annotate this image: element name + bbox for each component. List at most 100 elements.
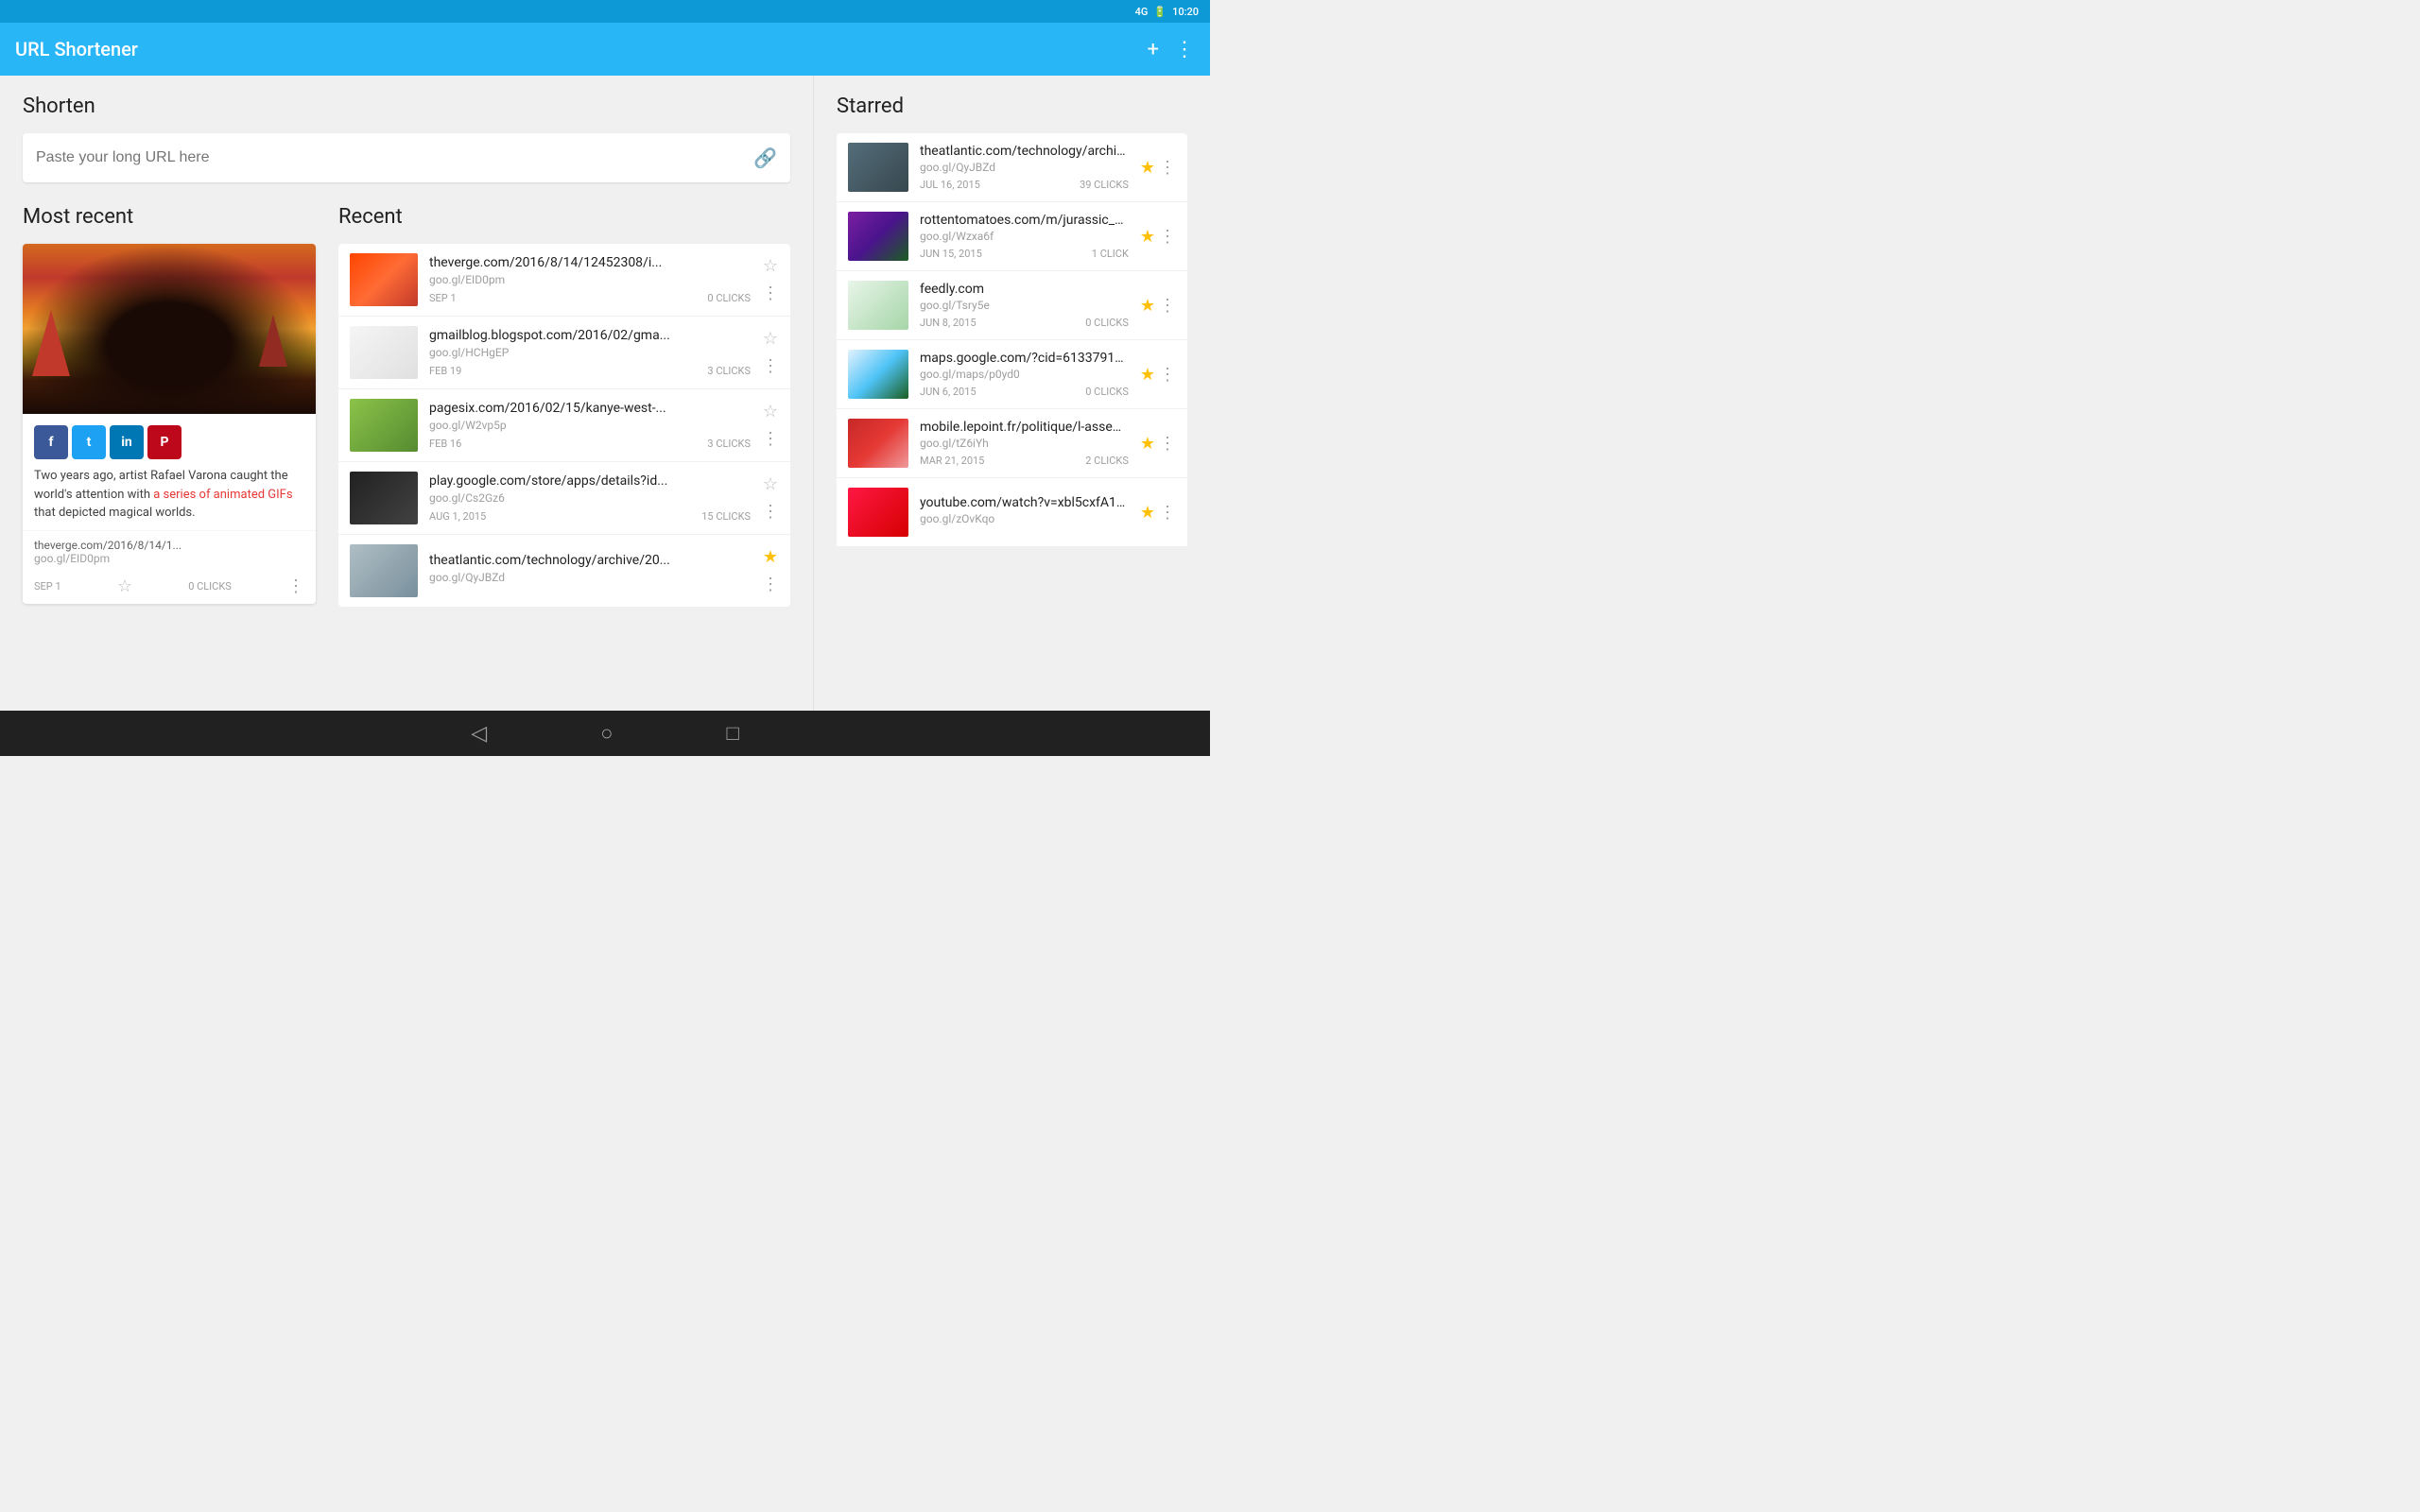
starred-short-url: goo.gl/maps/p0yd0: [920, 368, 1129, 381]
card-image: [23, 244, 316, 414]
recent-url: theverge.com/2016/8/14/12452308/i...: [429, 255, 751, 270]
pinterest-share-button[interactable]: P: [147, 425, 182, 459]
card-meta: theverge.com/2016/8/14/1... goo.gl/EID0p…: [23, 530, 316, 573]
starred-date: MAR 21, 2015: [920, 455, 984, 467]
card-link-text[interactable]: a series of animated GIFs: [153, 488, 292, 502]
more-options-button[interactable]: ⋮: [1174, 38, 1195, 61]
add-button[interactable]: +: [1148, 38, 1159, 61]
list-item[interactable]: theverge.com/2016/8/14/12452308/i... goo…: [338, 244, 790, 317]
more-button[interactable]: ⋮: [1159, 434, 1176, 454]
recent-url: play.google.com/store/apps/details?id...: [429, 473, 751, 489]
star-button[interactable]: ★: [1140, 158, 1155, 178]
recent-short-url: goo.gl/HCHgEP: [429, 346, 751, 359]
starred-date: JUN 15, 2015: [920, 248, 982, 260]
more-button[interactable]: ⋮: [1159, 365, 1176, 385]
recents-button[interactable]: □: [726, 721, 738, 746]
card-text-after: that depicted magical worlds.: [34, 506, 196, 520]
linkedin-share-button[interactable]: in: [110, 425, 144, 459]
main-content: Shorten 🔗 Most recent f t in P: [0, 76, 1210, 711]
star-button[interactable]: ☆: [763, 402, 778, 421]
list-item[interactable]: maps.google.com/?cid=613379183973... goo…: [837, 340, 1187, 409]
more-button[interactable]: ⋮: [762, 429, 779, 449]
recent-short-url: goo.gl/EID0pm: [429, 273, 751, 286]
starred-actions: ★ ⋮: [1140, 503, 1176, 523]
home-button[interactable]: ○: [600, 721, 613, 746]
star-button[interactable]: ☆: [763, 329, 778, 349]
star-button[interactable]: ★: [1140, 296, 1155, 316]
list-item[interactable]: pagesix.com/2016/02/15/kanye-west-... go…: [338, 389, 790, 462]
starred-url: youtube.com/watch?v=xbl5cxfA1n4: [920, 495, 1129, 510]
recent-date: AUG 1, 2015: [429, 510, 486, 523]
star-button[interactable]: ★: [1140, 365, 1155, 385]
list-item[interactable]: rottentomatoes.com/m/jurassic_world goo.…: [837, 202, 1187, 271]
list-item[interactable]: youtube.com/watch?v=xbl5cxfA1n4 goo.gl/z…: [837, 478, 1187, 547]
star-button[interactable]: ★: [763, 547, 778, 567]
starred-info: maps.google.com/?cid=613379183973... goo…: [920, 351, 1129, 398]
more-button[interactable]: ⋮: [762, 502, 779, 522]
star-button[interactable]: ☆: [763, 256, 778, 276]
recent-actions: ☆ ⋮: [762, 474, 779, 522]
starred-date: JUN 6, 2015: [920, 386, 977, 398]
link-icon: 🔗: [753, 146, 777, 169]
starred-url: maps.google.com/?cid=613379183973...: [920, 351, 1129, 366]
star-button[interactable]: ☆: [117, 576, 132, 596]
recent-section: Recent theverge.com/2016/8/14/12452308/i…: [338, 205, 790, 607]
list-item[interactable]: theatlantic.com/technology/archive/20...…: [338, 535, 790, 607]
starred-info: rottentomatoes.com/m/jurassic_world goo.…: [920, 213, 1129, 260]
twitter-share-button[interactable]: t: [72, 425, 106, 459]
list-item[interactable]: feedly.com goo.gl/Tsry5e JUN 8, 2015 0 C…: [837, 271, 1187, 340]
starred-short-url: goo.gl/QyJBZd: [920, 161, 1129, 174]
recent-info: pagesix.com/2016/02/15/kanye-west-... go…: [429, 401, 751, 450]
recent-thumb: [350, 326, 418, 379]
more-button[interactable]: ⋮: [1159, 158, 1176, 178]
recent-short-url: goo.gl/Cs2Gz6: [429, 491, 751, 505]
starred-short-url: goo.gl/zOvKqo: [920, 512, 1129, 525]
starred-clicks: 0 CLICKS: [1085, 386, 1129, 398]
recent-clicks: 15 CLICKS: [701, 510, 751, 523]
card-footer: SEP 1 ☆ 0 CLICKS ⋮: [23, 573, 316, 604]
recent-title: Recent: [338, 205, 790, 229]
star-button[interactable]: ★: [1140, 227, 1155, 247]
star-button[interactable]: ★: [1140, 503, 1155, 523]
more-button[interactable]: ⋮: [762, 575, 779, 594]
url-input[interactable]: [36, 149, 753, 166]
more-button[interactable]: ⋮: [762, 356, 779, 376]
star-button[interactable]: ☆: [763, 474, 778, 494]
recent-date: FEB 16: [429, 438, 461, 450]
starred-meta: JUN 6, 2015 0 CLICKS: [920, 386, 1129, 398]
recent-actions: ★ ⋮: [762, 547, 779, 594]
list-item[interactable]: gmailblog.blogspot.com/2016/02/gma... go…: [338, 317, 790, 389]
back-button[interactable]: ◁: [471, 722, 487, 746]
recent-meta: SEP 1 0 CLICKS: [429, 292, 751, 304]
list-item[interactable]: mobile.lepoint.fr/politique/l-assemblee-…: [837, 409, 1187, 478]
starred-thumb: [848, 488, 908, 537]
recent-list: theverge.com/2016/8/14/12452308/i... goo…: [338, 244, 790, 607]
recent-meta: FEB 16 3 CLICKS: [429, 438, 751, 450]
recent-clicks: 3 CLICKS: [707, 438, 751, 450]
star-button[interactable]: ★: [1140, 434, 1155, 454]
list-item[interactable]: theatlantic.com/technology/archive/20...…: [837, 133, 1187, 202]
most-recent-card[interactable]: f t in P Two years ago, artist Rafael Va…: [23, 244, 316, 604]
starred-meta: JUN 15, 2015 1 CLICK: [920, 248, 1129, 260]
starred-clicks: 39 CLICKS: [1080, 179, 1129, 191]
social-buttons: f t in P: [23, 414, 316, 467]
app-title: URL Shortener: [15, 38, 138, 60]
time-display: 10:20: [1172, 6, 1199, 18]
more-button[interactable]: ⋮: [287, 576, 304, 596]
starred-info: mobile.lepoint.fr/politique/l-assemblee-…: [920, 420, 1129, 467]
starred-short-url: goo.gl/Wzxa6f: [920, 230, 1129, 243]
starred-meta: JUN 8, 2015 0 CLICKS: [920, 317, 1129, 329]
facebook-share-button[interactable]: f: [34, 425, 68, 459]
more-button[interactable]: ⋮: [1159, 296, 1176, 316]
more-button[interactable]: ⋮: [1159, 227, 1176, 247]
list-item[interactable]: play.google.com/store/apps/details?id...…: [338, 462, 790, 535]
recent-short-url: goo.gl/W2vp5p: [429, 419, 751, 432]
navigation-bar: ◁ ○ □: [0, 711, 1210, 756]
recent-meta: AUG 1, 2015 15 CLICKS: [429, 510, 751, 523]
recent-info: gmailblog.blogspot.com/2016/02/gma... go…: [429, 328, 751, 377]
more-button[interactable]: ⋮: [762, 284, 779, 303]
url-input-container[interactable]: 🔗: [23, 133, 790, 182]
app-bar: URL Shortener + ⋮: [0, 23, 1210, 76]
shorten-title: Shorten: [23, 94, 790, 118]
more-button[interactable]: ⋮: [1159, 503, 1176, 523]
